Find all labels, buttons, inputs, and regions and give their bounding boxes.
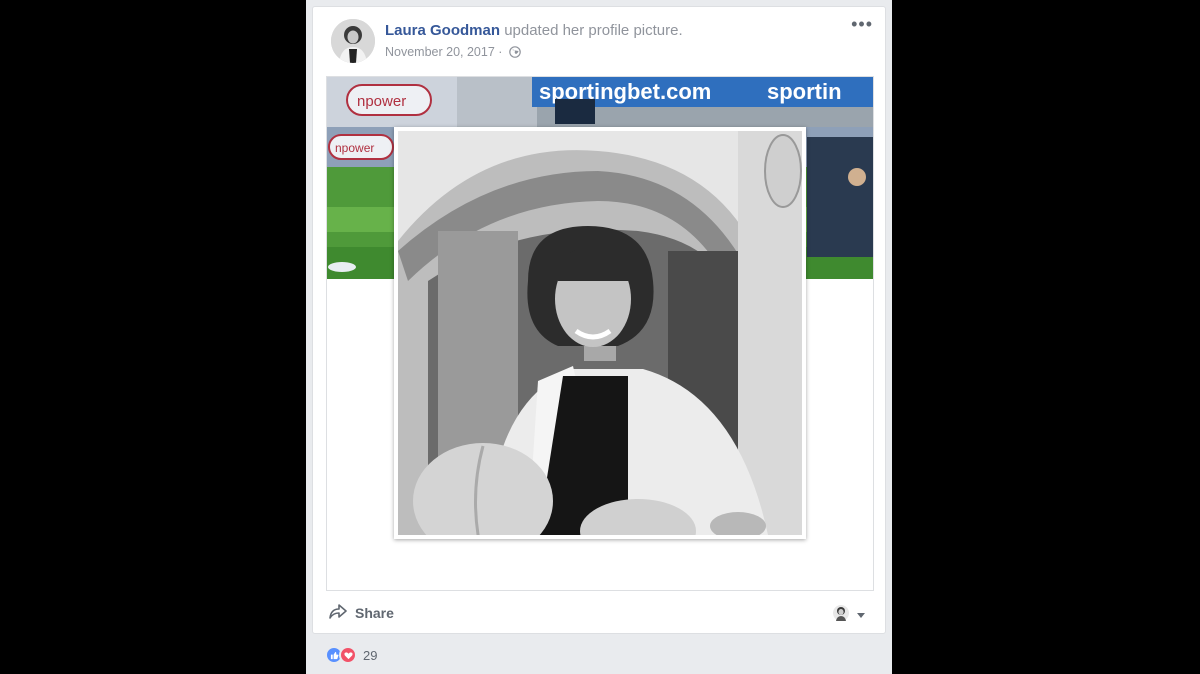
post-header: Laura Goodman updated her profile pictur…: [385, 22, 683, 39]
reactor-avatar-icon: [833, 605, 849, 626]
love-icon: [339, 646, 357, 664]
author-avatar[interactable]: [331, 19, 375, 63]
cover-banner-text-2: sportin: [767, 79, 842, 104]
reaction-count[interactable]: 29: [363, 648, 377, 663]
share-arrow-icon: [329, 603, 347, 622]
profile-picture-media[interactable]: sportingbet.com sportin npower npower: [326, 76, 874, 591]
meta-separator: ·: [498, 45, 503, 59]
post-action-text: updated her profile picture.: [504, 22, 683, 39]
cover-sign-npower-2: npower: [335, 141, 374, 155]
author-name-link[interactable]: Laura Goodman: [385, 22, 500, 39]
post-actions-bar: Share: [313, 595, 885, 633]
profile-picture-frame[interactable]: [394, 127, 806, 539]
share-label: Share: [355, 604, 394, 621]
cover-sign-npower: npower: [357, 93, 406, 110]
post-meta: November 20, 2017 ·: [385, 45, 521, 61]
post-card: Laura Goodman updated her profile pictur…: [312, 6, 886, 634]
caret-down-icon: [857, 613, 865, 618]
more-options-icon[interactable]: •••: [851, 15, 873, 33]
profile-picture: [398, 131, 802, 535]
react-as-selector[interactable]: [833, 605, 865, 626]
share-button[interactable]: Share: [329, 603, 394, 622]
reactions-summary[interactable]: 29: [312, 636, 886, 674]
feed-column: Laura Goodman updated her profile pictur…: [306, 0, 892, 674]
post-date[interactable]: November 20, 2017: [385, 45, 495, 59]
globe-icon[interactable]: [509, 46, 521, 61]
